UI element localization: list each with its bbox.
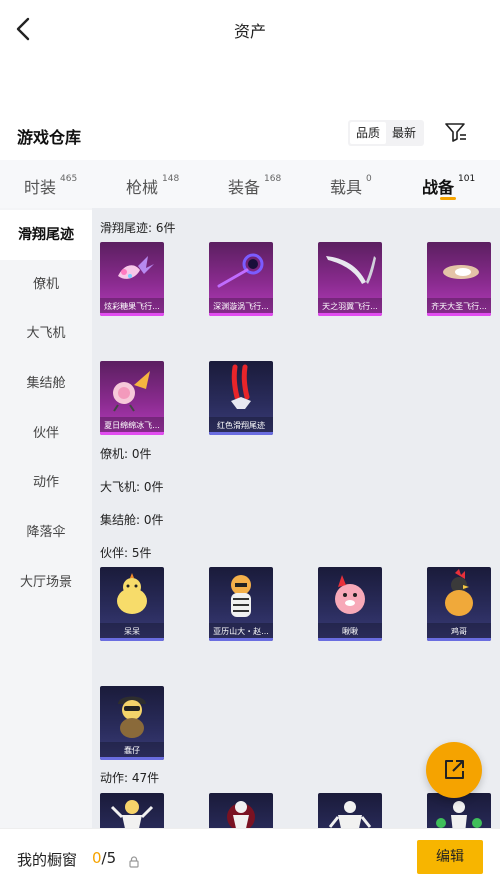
item-card[interactable]: 炫彩糖果飞行... <box>100 242 164 316</box>
rarity-bar <box>100 757 164 760</box>
sort-quality-button[interactable]: 品质 <box>350 122 387 144</box>
sidebar-item-wingman[interactable]: 僚机 <box>0 260 92 310</box>
item-grid: 滑翔尾迹: 6件 炫彩糖果飞行... 深渊漩涡飞行... 天之羽翼飞行... 齐… <box>92 208 500 828</box>
item-card[interactable]: 蠢仔 <box>100 686 164 760</box>
item-card[interactable]: 深渊漩涡飞行... <box>209 242 273 316</box>
item-card[interactable] <box>318 793 382 828</box>
tab-label: 载具 <box>330 178 363 197</box>
pink-bird-icon <box>318 567 382 623</box>
item-card[interactable]: 啾啾 <box>318 567 382 641</box>
item-card[interactable]: 红色滑翔尾迹 <box>209 361 273 435</box>
item-card[interactable]: 齐天大圣飞行... <box>427 242 491 316</box>
showcase-total: /5 <box>101 849 117 867</box>
tab-label: 时装 <box>24 178 57 197</box>
sidebar-item-lobby-scene[interactable]: 大厅场景 <box>0 558 92 608</box>
rarity-bar <box>100 313 164 316</box>
tab-count: 148 <box>162 174 180 184</box>
summer-icecream-icon <box>100 361 164 417</box>
rarity-bar <box>100 432 164 435</box>
rarity-bar <box>427 313 491 316</box>
subcategory-sidebar: 滑翔尾迹 僚机 大飞机 集结舱 伙伴 动作 降落伞 大厅场景 <box>0 208 92 828</box>
sidebar-item-parachute[interactable]: 降落伞 <box>0 508 92 558</box>
sort-latest-button[interactable]: 最新 <box>386 122 422 144</box>
emote-pose-icon <box>100 793 164 828</box>
tab-firearms[interactable]: 枪械 148 <box>126 160 186 208</box>
rarity-bar <box>209 313 273 316</box>
warehouse-title: 游戏仓库 <box>17 128 82 147</box>
page-title: 资产 <box>233 22 266 41</box>
rarity-bar <box>209 638 273 641</box>
group-label-partner: 伙伴: 5件 <box>100 546 152 560</box>
filter-icon[interactable] <box>444 121 468 143</box>
edit-button[interactable]: 编辑 <box>417 840 483 874</box>
monkey-king-cloud-icon <box>427 242 491 298</box>
item-card[interactable]: 夏日绵绵冰飞... <box>100 361 164 435</box>
red-trail-icon <box>209 361 273 417</box>
tab-vehicles[interactable]: 载具 0 <box>330 160 380 208</box>
active-tab-indicator <box>440 197 456 200</box>
item-card[interactable] <box>209 793 273 828</box>
rooster-icon <box>427 567 491 623</box>
tab-label: 枪械 <box>126 178 159 197</box>
item-card[interactable]: 天之羽翼飞行... <box>318 242 382 316</box>
showcase-label: 我的橱窗 <box>17 851 78 869</box>
tab-count: 0 <box>366 174 372 184</box>
tab-fashion[interactable]: 时装 465 <box>24 160 84 208</box>
showcase-count: 0/5 <box>92 849 116 867</box>
sidebar-item-capsule[interactable]: 集结舱 <box>0 359 92 409</box>
tiger-icon <box>209 567 273 623</box>
group-label-glide: 滑翔尾迹: 6件 <box>100 221 176 235</box>
abyss-vortex-icon <box>209 242 273 298</box>
group-label-wingman: 僚机: 0件 <box>100 447 152 461</box>
sort-toggle: 品质 最新 <box>348 120 425 146</box>
item-card[interactable] <box>427 793 491 828</box>
rarity-bar <box>100 638 164 641</box>
group-label-plane: 大飞机: 0件 <box>100 480 164 494</box>
emote-dance-icon <box>209 793 273 828</box>
tab-count: 168 <box>264 174 282 184</box>
tab-combat-gear[interactable]: 战备 101 <box>422 160 482 208</box>
tab-equipment[interactable]: 装备 168 <box>228 160 288 208</box>
rarity-bar <box>318 638 382 641</box>
item-card[interactable]: 呆呆 <box>100 567 164 641</box>
chick-icon <box>100 567 164 623</box>
lock-icon <box>129 853 139 868</box>
rarity-bar <box>209 432 273 435</box>
share-button[interactable] <box>426 742 482 798</box>
sky-wing-icon <box>318 242 382 298</box>
sidebar-item-emote[interactable]: 动作 <box>0 458 92 508</box>
rarity-bar <box>318 313 382 316</box>
group-label-capsule: 集结舱: 0件 <box>100 513 164 527</box>
sidebar-item-glide-trail[interactable]: 滑翔尾迹 <box>0 210 92 260</box>
item-card[interactable]: 亚历山大・赵... <box>209 567 273 641</box>
soldier-duck-icon <box>100 686 164 742</box>
tab-label: 战备 <box>422 178 455 197</box>
candy-trail-icon <box>100 242 164 298</box>
group-label-emote: 动作: 47件 <box>100 771 160 785</box>
item-card[interactable] <box>100 793 164 828</box>
sidebar-item-partner[interactable]: 伙伴 <box>0 409 92 459</box>
tab-label: 装备 <box>228 178 261 197</box>
rarity-bar <box>427 638 491 641</box>
top-bar: 资产 <box>0 0 500 60</box>
emote-cheer-icon <box>427 793 491 828</box>
category-tabs: 时装 465 枪械 148 装备 168 载具 0 战备 101 <box>0 160 500 208</box>
warehouse-header: 游戏仓库 <box>0 112 500 156</box>
share-icon <box>445 760 464 779</box>
tab-count: 101 <box>458 174 476 184</box>
emote-stretch-icon <box>318 793 382 828</box>
sidebar-item-big-plane[interactable]: 大飞机 <box>0 309 92 359</box>
showcase-current: 0 <box>92 849 102 867</box>
showcase-bar: 我的橱窗 0/5 编辑 <box>0 828 500 885</box>
tab-count: 465 <box>60 174 78 184</box>
item-card[interactable]: 鸡哥 <box>427 567 491 641</box>
